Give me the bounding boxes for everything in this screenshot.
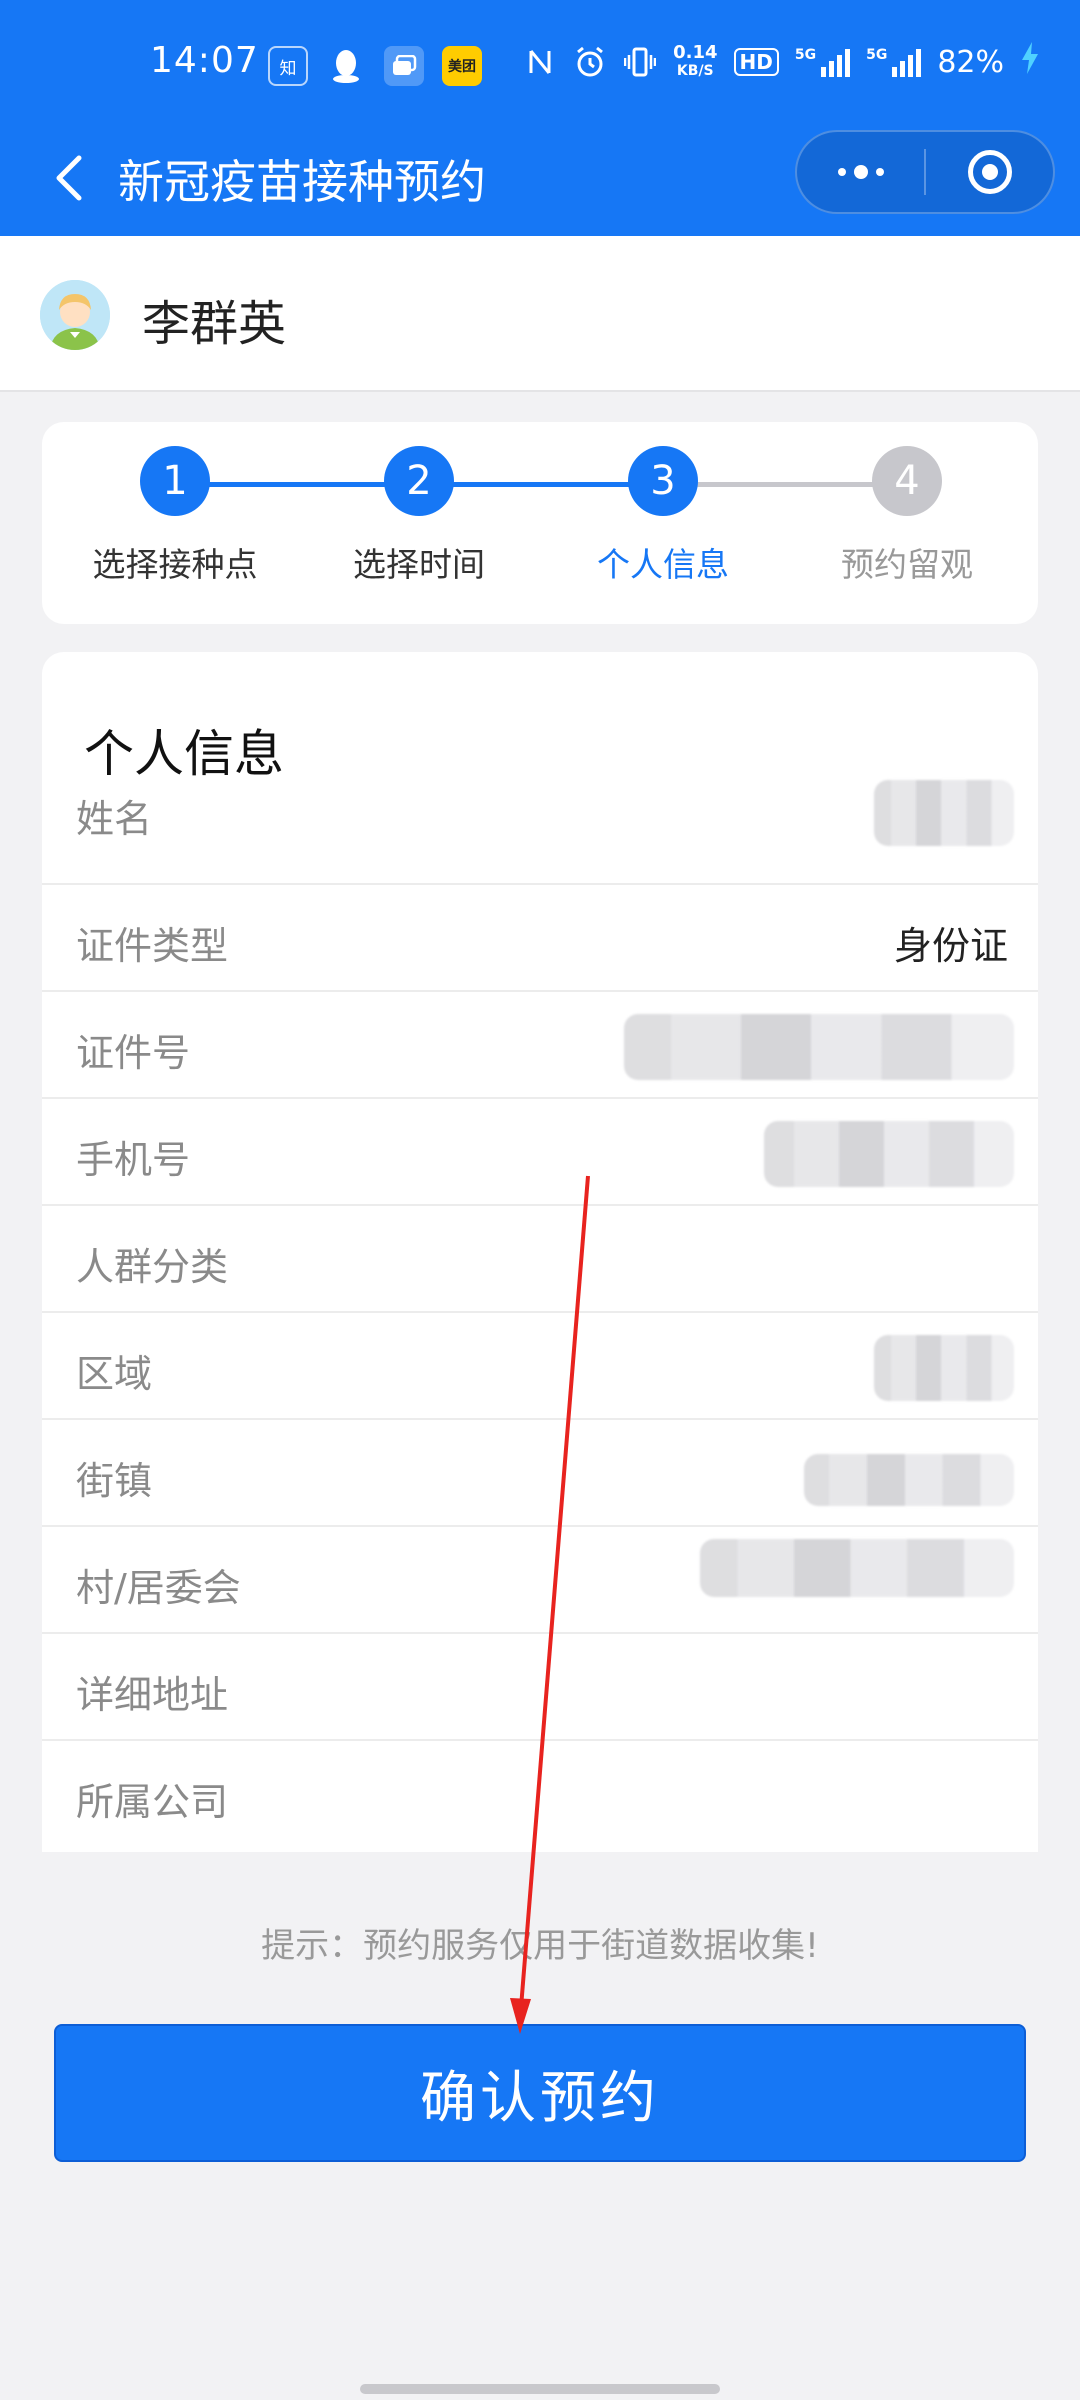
user-name: 李群英	[142, 296, 287, 352]
row-label: 村/居委会	[76, 1566, 241, 1610]
step-3: 3 个人信息	[563, 446, 763, 586]
signal-bar	[892, 67, 898, 77]
step-4-circle: 4	[872, 446, 942, 516]
signal-5g-icon-1: 5G	[794, 47, 851, 77]
row-label: 所属公司	[76, 1780, 229, 1824]
signal-bar	[916, 49, 922, 77]
status-app-icons: 知 美团	[268, 46, 482, 86]
more-menu-button[interactable]	[797, 132, 924, 212]
qq-penguin-icon	[326, 46, 366, 86]
nfc-icon	[523, 45, 557, 79]
redacted-value	[764, 1121, 1014, 1187]
signal-5g-icon-2: 5G	[866, 47, 922, 77]
row-village-committee[interactable]: 村/居委会	[42, 1527, 1038, 1634]
row-label: 人群分类	[76, 1245, 229, 1289]
more-dots-icon	[837, 165, 884, 179]
status-time: 14:07	[150, 40, 259, 81]
step-2-circle: 2	[384, 446, 454, 516]
row-region[interactable]: 区域	[42, 1313, 1038, 1420]
signal-bar	[837, 55, 843, 77]
nav-header: 新冠疫苗接种预约	[0, 130, 1080, 236]
back-arrow-icon[interactable]	[38, 148, 98, 208]
meituan-icon: 美团	[442, 46, 482, 86]
row-label: 姓名	[76, 797, 153, 841]
step-4: 4 预约留观	[807, 446, 1007, 586]
row-label: 证件类型	[76, 924, 229, 968]
row-name[interactable]: 姓名	[42, 778, 1038, 885]
step-3-label: 个人信息	[597, 545, 729, 584]
row-company[interactable]: 所属公司	[42, 1741, 1038, 1848]
step-4-label: 预约留观	[841, 545, 973, 584]
alarm-icon	[573, 45, 607, 79]
progress-steps: 1 选择接种点 2 选择时间 3 个人信息 4 预约留观	[42, 422, 1038, 624]
row-label: 手机号	[76, 1138, 191, 1182]
redacted-value	[874, 1335, 1014, 1401]
home-indicator[interactable]	[360, 2384, 720, 2394]
step-3-circle: 3	[628, 446, 698, 516]
confirm-appointment-button[interactable]: 确认预约	[54, 2024, 1026, 2162]
battery-level: 82%	[937, 44, 1004, 80]
network-speed-value: 0.14	[673, 42, 718, 63]
redacted-value	[700, 1539, 1014, 1597]
hint-text: 提示：预约服务仅用于街道数据收集!	[261, 1926, 819, 1966]
row-street-town[interactable]: 街镇	[42, 1420, 1038, 1527]
zhihu-icon: 知	[268, 46, 308, 86]
step-1-circle: 1	[140, 446, 210, 516]
row-label: 详细地址	[76, 1673, 229, 1717]
page-title: 新冠疫苗接种预约	[118, 155, 486, 209]
row-population-category[interactable]: 人群分类	[42, 1206, 1038, 1313]
bottom-area	[0, 2205, 1080, 2400]
miniprogram-capsule	[795, 130, 1055, 214]
row-label: 证件号	[76, 1031, 191, 1075]
network-speed-unit: KB/S	[676, 63, 714, 79]
redacted-value	[874, 780, 1014, 846]
step-1-label: 选择接种点	[92, 545, 258, 584]
top-bar: 14:07 知 美团 0.14 KB/S HD 5G 5G 82% 新冠疫苗接种…	[0, 0, 1080, 236]
status-indicators: 0.14 KB/S HD 5G 5G 82%	[523, 42, 1040, 82]
step-2-label: 选择时间	[353, 545, 485, 584]
redacted-value	[624, 1014, 1014, 1080]
row-value: 身份证	[893, 924, 1008, 968]
vibrate-icon	[623, 45, 657, 79]
row-id-type[interactable]: 证件类型 身份证	[42, 885, 1038, 992]
row-phone[interactable]: 手机号	[42, 1099, 1038, 1206]
row-detailed-address[interactable]: 详细地址	[42, 1634, 1038, 1741]
info-title: 个人信息	[84, 725, 284, 783]
net-type-2: 5G	[866, 47, 888, 63]
close-miniprogram-button[interactable]	[926, 132, 1053, 212]
charging-icon	[1020, 42, 1040, 82]
signal-bar	[845, 49, 851, 77]
personal-info-card: 个人信息 姓名 证件类型 身份证 证件号 手机号 人群分类 区域 街镇 村/居委…	[42, 652, 1038, 1852]
signal-bar	[900, 61, 906, 77]
net-type-1: 5G	[794, 47, 817, 63]
network-speed: 0.14 KB/S	[673, 44, 717, 80]
redacted-value	[804, 1454, 1014, 1506]
step-2: 2 选择时间	[319, 446, 519, 586]
step-1: 1 选择接种点	[75, 446, 275, 586]
multitask-icon	[384, 46, 424, 86]
close-target-icon	[967, 150, 1012, 194]
status-bar: 14:07 知 美团 0.14 KB/S HD 5G 5G 82%	[0, 0, 1080, 130]
hd-voice-badge: HD	[733, 48, 779, 76]
signal-bar	[821, 67, 827, 77]
signal-bar	[829, 61, 835, 77]
user-bar: 李群英	[0, 236, 1080, 392]
row-id-number[interactable]: 证件号	[42, 992, 1038, 1099]
row-label: 街镇	[76, 1459, 153, 1503]
avatar	[40, 280, 110, 350]
row-label: 区域	[76, 1352, 153, 1396]
signal-bar	[908, 55, 914, 77]
